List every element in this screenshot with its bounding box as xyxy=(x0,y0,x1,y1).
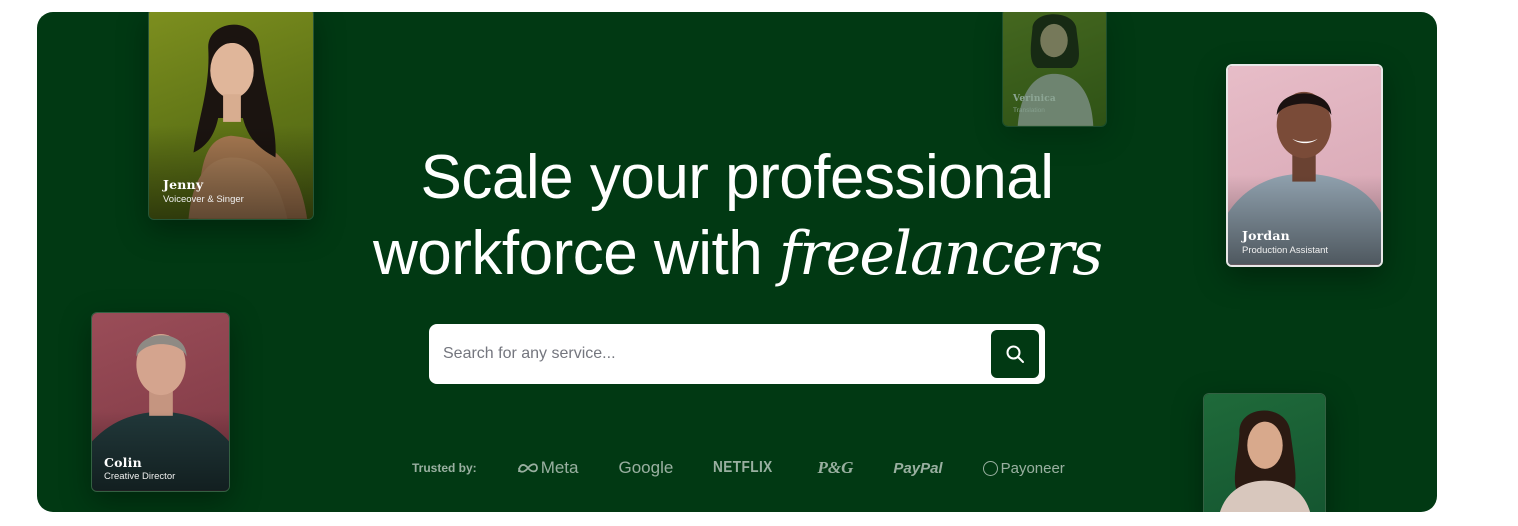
freelancer-photo xyxy=(1220,410,1311,512)
netflix-logo: NETFLIX xyxy=(713,459,773,476)
payoneer-icon xyxy=(982,460,998,476)
meta-logo: Meta xyxy=(517,458,579,478)
freelancer-card-verinica[interactable]: Verinica Translation xyxy=(1002,12,1107,127)
trusted-by-label: Trusted by: xyxy=(412,461,477,475)
search-input[interactable] xyxy=(443,336,983,372)
meta-logo-text: Meta xyxy=(540,458,579,477)
headline-line-2: workforce with freelancers xyxy=(37,216,1437,292)
search-icon xyxy=(1006,345,1024,363)
freelancer-card-colin[interactable]: Colin Creative Director xyxy=(91,312,230,492)
pg-logo: P&G xyxy=(817,458,854,477)
search-bar xyxy=(429,324,1045,384)
headline-plain-text: workforce with xyxy=(372,219,779,288)
freelancer-card[interactable] xyxy=(1203,393,1326,512)
headline-line-1: Scale your professional xyxy=(420,143,1054,212)
trusted-by-bar: Trusted by: Meta Google NETFLIX P&G PayP… xyxy=(412,458,1105,478)
freelancer-role: Translation xyxy=(1013,107,1045,114)
paypal-logo: PayPal xyxy=(893,459,943,477)
freelancer-name: Verinica xyxy=(1013,94,1056,104)
hero-banner: Jenny Voiceover & Singer Verinica Transl… xyxy=(37,12,1437,512)
google-logo: Google xyxy=(618,458,674,477)
payoneer-logo-text: Payoneer xyxy=(1000,459,1065,477)
hero-headline: Scale your professional workforce with f… xyxy=(37,140,1437,292)
freelancer-role: Creative Director xyxy=(104,471,176,482)
search-button[interactable] xyxy=(991,330,1039,378)
headline-italic-text: freelancers xyxy=(778,219,1103,289)
freelancer-name: Colin xyxy=(104,455,142,470)
payoneer-logo: Payoneer xyxy=(982,459,1065,477)
meta-icon xyxy=(517,463,538,473)
